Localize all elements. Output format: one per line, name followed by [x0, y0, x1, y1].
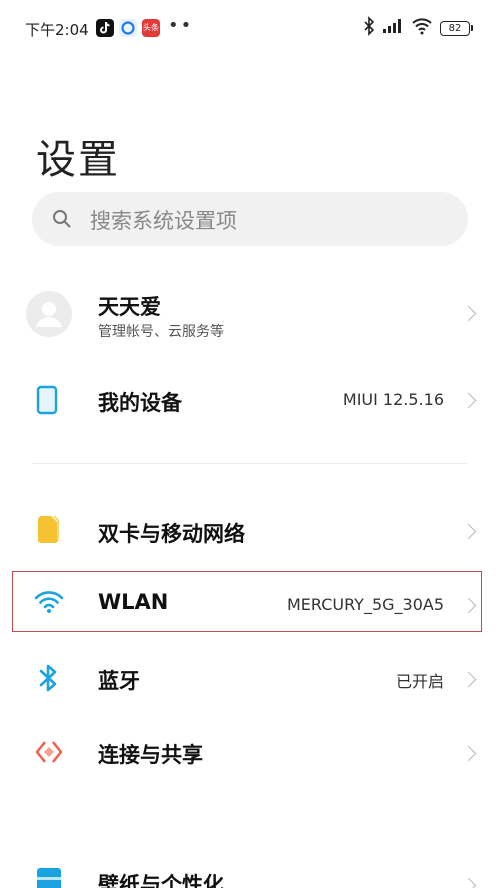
settings-item-label: 壁纸与个性化 — [98, 873, 224, 888]
settings-item-sim[interactable]: 双卡与移动网络 — [0, 495, 500, 565]
sim-card-icon — [36, 514, 62, 548]
wifi-icon — [34, 590, 64, 618]
settings-item-value: 已开启 — [395, 672, 444, 691]
search-placeholder: 搜索系统设置项 — [90, 209, 237, 233]
settings-item-label: WLAN — [98, 590, 169, 614]
account-name: 天天爱 — [98, 295, 161, 319]
settings-item-label: 双卡与移动网络 — [98, 522, 245, 546]
signal-icon — [382, 18, 404, 38]
search-icon — [52, 209, 72, 233]
account-row[interactable]: 天天爱 管理帐号、云服务等 — [0, 278, 500, 348]
bluetooth-icon — [363, 16, 375, 40]
settings-item-my-device[interactable]: 我的设备 MIUI 12.5.16 — [0, 365, 500, 435]
toutiao-icon: 头条 — [142, 19, 160, 37]
page-title: 设置 — [36, 137, 120, 183]
tiktok-icon — [96, 19, 114, 37]
search-bar[interactable]: 搜索系统设置项 — [32, 192, 468, 246]
settings-item-label: 蓝牙 — [98, 669, 140, 693]
status-time: 下午2:04 — [25, 21, 89, 39]
toutiao-text: 头条 — [143, 23, 159, 32]
status-bar: 下午2:04 头条 •• 82 — [0, 0, 500, 58]
settings-item-bluetooth[interactable]: 蓝牙 已开启 — [0, 643, 500, 713]
settings-item-value: MIUI 12.5.16 — [342, 390, 444, 409]
settings-item-connection[interactable]: 连接与共享 — [0, 717, 500, 787]
divider — [32, 463, 468, 464]
wifi-icon — [411, 17, 433, 39]
account-subtitle: 管理帐号、云服务等 — [98, 324, 224, 340]
chevron-right-icon — [460, 877, 477, 888]
phone-outline-icon — [36, 385, 60, 419]
avatar — [26, 291, 72, 341]
settings-item-label: 连接与共享 — [98, 743, 203, 767]
battery-icon: 82 — [440, 20, 473, 36]
settings-item-label: 我的设备 — [98, 391, 182, 415]
bluetooth-icon — [38, 663, 60, 697]
settings-item-value: MERCURY_5G_30A5 — [286, 595, 444, 614]
chevron-right-icon — [460, 597, 477, 614]
settings-item-wlan[interactable]: WLAN MERCURY_5G_30A5 — [0, 567, 500, 637]
chevron-right-icon — [460, 671, 477, 688]
chevron-right-icon — [460, 305, 477, 322]
browser-icon — [119, 19, 137, 37]
chevron-right-icon — [460, 392, 477, 409]
chevron-right-icon — [460, 523, 477, 540]
status-icons: 82 — [363, 16, 473, 40]
settings-item-wallpaper[interactable]: 壁纸与个性化 — [0, 847, 500, 888]
chevron-right-icon — [460, 745, 477, 762]
more-notifications-dots: •• — [168, 15, 194, 36]
wallpaper-icon — [36, 867, 62, 888]
share-diamond-icon — [34, 737, 64, 771]
